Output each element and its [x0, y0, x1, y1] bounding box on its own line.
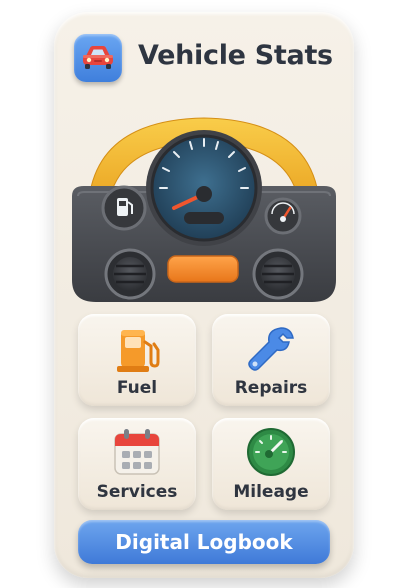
- repairs-label: Repairs: [234, 378, 308, 398]
- digital-logbook-button[interactable]: Digital Logbook: [78, 520, 330, 564]
- air-vent-icon: [252, 248, 304, 300]
- mileage-tile[interactable]: Mileage: [212, 418, 330, 510]
- services-tile[interactable]: Services: [78, 418, 196, 510]
- dashboard-illustration: [68, 104, 340, 314]
- hazard-button-icon: [167, 255, 239, 283]
- repairs-tile[interactable]: Repairs: [212, 314, 330, 406]
- mileage-label: Mileage: [233, 482, 309, 502]
- page-title: Vehicle Stats: [138, 40, 333, 71]
- fuel-gauge-icon: [101, 185, 147, 231]
- air-vent-icon: [104, 248, 156, 300]
- app-card: Vehicle Stats Fuel Repairs Services Mile…: [54, 12, 354, 578]
- fuel-label: Fuel: [116, 378, 158, 398]
- temperature-gauge-icon: [264, 197, 302, 235]
- fuel-pump-icon: [78, 322, 196, 374]
- speedometer-icon: [146, 130, 262, 246]
- fuel-tile[interactable]: Fuel: [78, 314, 196, 406]
- services-label: Services: [96, 482, 178, 502]
- wrench-icon: [212, 322, 330, 374]
- odometer-icon: [212, 426, 330, 478]
- car-icon[interactable]: [74, 34, 122, 82]
- calendar-icon: [78, 426, 196, 478]
